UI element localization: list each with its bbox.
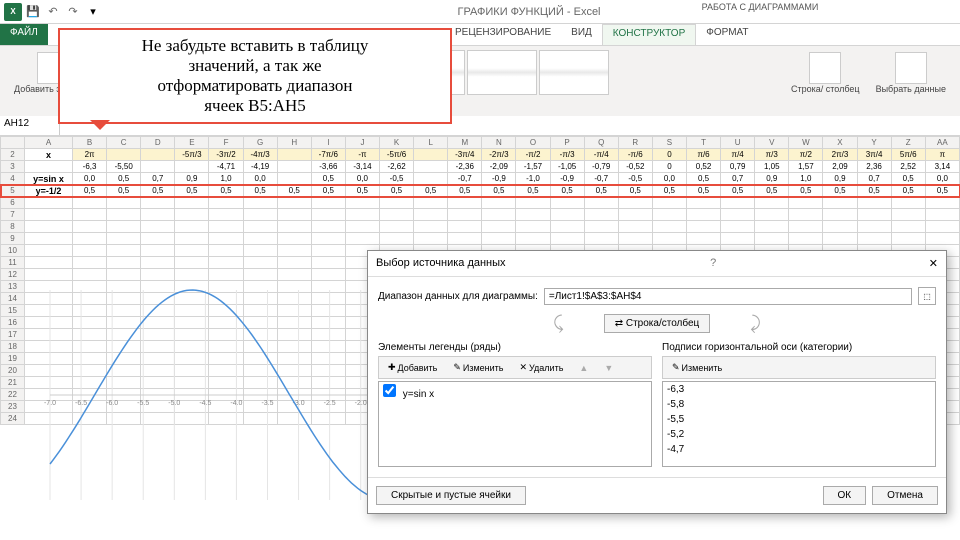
range-input[interactable]: [544, 288, 912, 305]
edit-axis-button[interactable]: ✎Изменить: [665, 359, 729, 376]
close-icon[interactable]: ✕: [929, 257, 938, 270]
series-listbox[interactable]: y=sin x: [378, 381, 652, 467]
series-checkbox[interactable]: [383, 384, 396, 397]
arrow-left-icon: ⤹: [553, 313, 564, 334]
tab-review[interactable]: РЕЦЕНЗИРОВАНИЕ: [445, 24, 561, 45]
chart-tools-header: РАБОТА С ДИАГРАММАМИ: [680, 2, 840, 12]
svg-text:-4.0: -4.0: [230, 400, 242, 407]
switch-rowcol-button[interactable]: Строка/ столбец: [785, 50, 866, 112]
callout-line: значений, а так же: [70, 56, 440, 76]
title-bar: X 💾 ↶ ↷ ▾ ГРАФИКИ ФУНКЦИЙ - Excel РАБОТА…: [0, 0, 960, 24]
svg-text:-4.5: -4.5: [199, 400, 211, 407]
undo-icon[interactable]: ↶: [44, 3, 62, 21]
tab-file[interactable]: ФАЙЛ: [0, 24, 48, 45]
list-item[interactable]: -6,3: [663, 382, 935, 397]
svg-text:-3.5: -3.5: [261, 400, 273, 407]
select-data-button[interactable]: Выбрать данные: [870, 50, 952, 112]
edit-icon: ✎: [453, 362, 461, 373]
save-icon[interactable]: 💾: [24, 3, 42, 21]
edit-icon: ✎: [672, 362, 680, 373]
series-name: y=sin x: [403, 389, 434, 400]
svg-text:-6.0: -6.0: [106, 400, 118, 407]
move-up-button[interactable]: ▲: [572, 359, 595, 376]
axis-listbox[interactable]: -6,3-5,8-5,5-5,2-4,7: [662, 381, 936, 467]
swap-rowcol-button[interactable]: ⇄ Строка/столбец: [604, 314, 711, 333]
dialog-titlebar: Выбор источника данных ? ✕: [368, 251, 946, 277]
delete-icon: ✕: [519, 362, 527, 373]
select-data-source-dialog: Выбор источника данных ? ✕ Диапазон данн…: [367, 250, 947, 514]
dialog-help-icon[interactable]: ?: [710, 257, 716, 270]
callout-line: отформатировать диапазон: [70, 76, 440, 96]
tab-format[interactable]: ФОРМАТ: [696, 24, 758, 45]
select-data-label: Выбрать данные: [876, 84, 946, 94]
swap-icon: ⇄: [615, 318, 623, 329]
add-series-button[interactable]: ✚Добавить: [381, 359, 444, 376]
plus-icon: ✚: [388, 362, 396, 373]
switch-rowcol-label: Строка/ столбец: [791, 84, 860, 94]
svg-text:-2.5: -2.5: [324, 400, 336, 407]
list-item[interactable]: y=sin x: [379, 382, 651, 402]
name-box[interactable]: AH12: [0, 116, 60, 135]
swap-label: Строка/столбец: [626, 318, 699, 329]
ok-button[interactable]: ОК: [823, 486, 867, 505]
move-down-button[interactable]: ▼: [597, 359, 620, 376]
arrow-right-icon: ⤸: [750, 313, 761, 334]
delete-series-button[interactable]: ✕Удалить: [512, 359, 570, 376]
down-icon: ▼: [604, 363, 613, 373]
cancel-button[interactable]: Отмена: [872, 486, 938, 505]
list-item[interactable]: -5,2: [663, 427, 935, 442]
up-icon: ▲: [579, 363, 588, 373]
axis-header: Подписи горизонтальной оси (категории): [662, 342, 936, 353]
range-label: Диапазон данных для диаграммы:: [378, 291, 538, 302]
range-picker-button[interactable]: ⬚: [918, 287, 936, 305]
svg-text:-2.0: -2.0: [355, 400, 367, 407]
qat-dropdown-icon[interactable]: ▾: [84, 3, 102, 21]
callout-line: ячеек B5:AH5: [70, 96, 440, 116]
dialog-title-text: Выбор источника данных: [376, 257, 506, 270]
hidden-cells-button[interactable]: Скрытые и пустые ячейки: [376, 486, 526, 505]
tab-design[interactable]: КОНСТРУКТОР: [602, 24, 696, 45]
svg-text:-6.5: -6.5: [75, 400, 87, 407]
edit-series-button[interactable]: ✎Изменить: [446, 359, 510, 376]
list-item[interactable]: -4,7: [663, 442, 935, 457]
legend-header: Элементы легенды (ряды): [378, 342, 652, 353]
redo-icon[interactable]: ↷: [64, 3, 82, 21]
tab-view[interactable]: ВИД: [561, 24, 602, 45]
callout-line: Не забудьте вставить в таблицу: [70, 36, 440, 56]
excel-icon: X: [4, 3, 22, 21]
svg-text:-5.5: -5.5: [137, 400, 149, 407]
style-item[interactable]: [467, 50, 537, 95]
list-item[interactable]: -5,8: [663, 397, 935, 412]
svg-text:-5.0: -5.0: [168, 400, 180, 407]
quick-access-toolbar: X 💾 ↶ ↷ ▾: [4, 3, 102, 21]
svg-text:-7.0: -7.0: [44, 400, 56, 407]
list-item[interactable]: -5,5: [663, 412, 935, 427]
style-item[interactable]: [539, 50, 609, 95]
instruction-callout: Не забудьте вставить в таблицу значений,…: [58, 28, 452, 124]
